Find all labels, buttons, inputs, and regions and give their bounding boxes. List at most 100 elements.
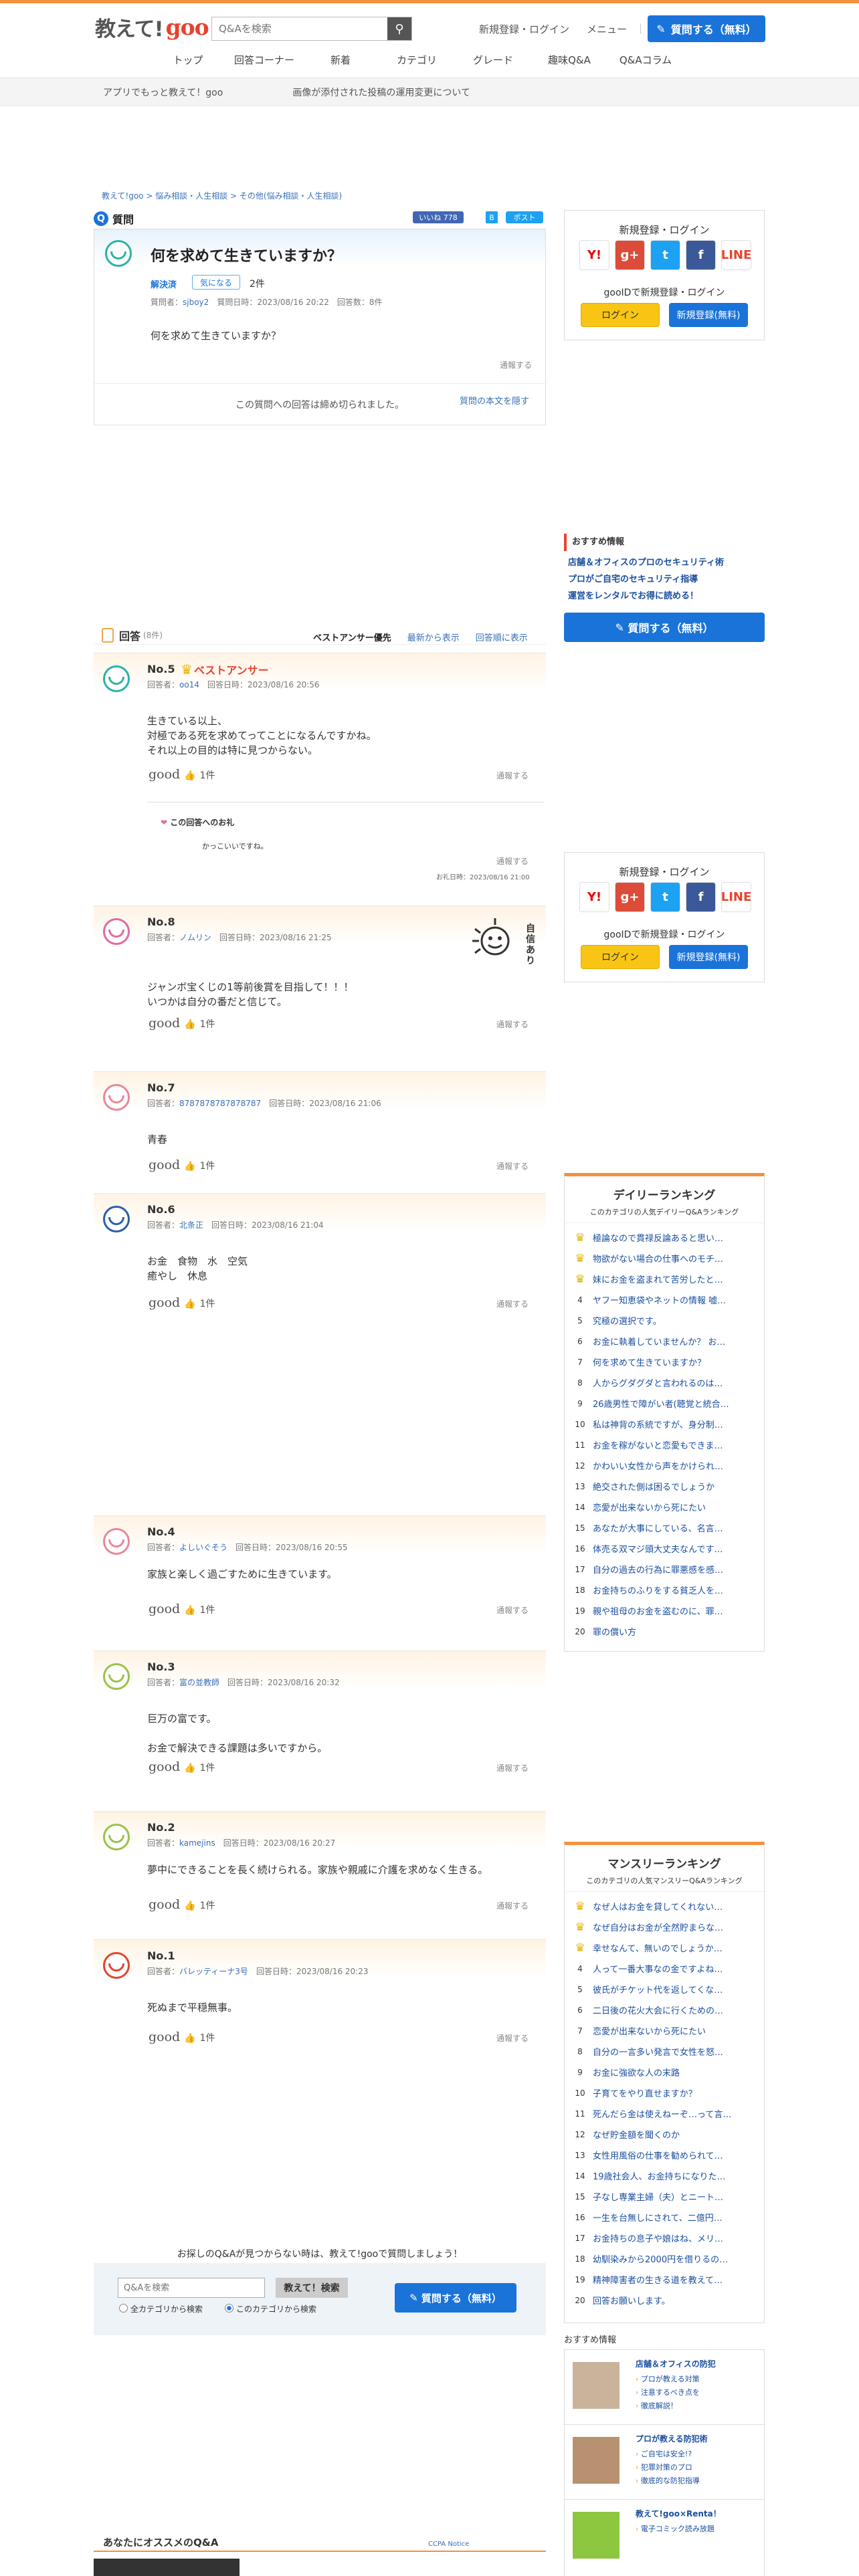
ranking-item[interactable]: ♛ 妹にお金を盗まれて苦労したと…	[571, 1269, 764, 1289]
ranking-item[interactable]: 5 究極の選択です。	[571, 1310, 764, 1331]
sort-newest[interactable]: 最新から表示	[407, 631, 460, 643]
good-button[interactable]: good 👍 1件	[149, 1016, 215, 1031]
answerer-link[interactable]: 8787878787878787	[179, 1099, 261, 1108]
facebook-like-button[interactable]: いいね 778	[413, 211, 464, 223]
twitter-login-icon[interactable]: t	[650, 882, 680, 912]
recommend-card[interactable]: 店舗＆オフィスの防犯 プロが教える対策注意するべき点を徹底解説！	[564, 2350, 765, 2425]
card-item[interactable]: 徹底的な防犯指導	[636, 2474, 700, 2488]
nav-item[interactable]: Q&Aコラム	[607, 53, 684, 67]
nav-item[interactable]: 趣味Q&A	[531, 53, 607, 67]
card-item[interactable]: プロが教える対策	[636, 2373, 700, 2386]
line-login-icon[interactable]: LINE	[721, 240, 751, 270]
app-link[interactable]: アプリでもっと教えて！goo	[103, 86, 223, 99]
questioner-link[interactable]: sjboy2	[183, 298, 209, 307]
login-button[interactable]: ログイン	[581, 945, 660, 969]
ranking-item[interactable]: 15 子なし専業主婦（夫）とニート…	[571, 2186, 764, 2207]
answerer-link[interactable]: 富の並教師	[179, 1678, 219, 1687]
ranking-item[interactable]: 18 お金持ちのふりをする貧乏人を…	[571, 1580, 764, 1600]
bottom-search-input[interactable]	[118, 2278, 265, 2298]
report-link[interactable]: 通報する	[496, 770, 529, 781]
nav-item[interactable]: 新着	[302, 53, 379, 67]
card-item[interactable]: 犯罪対策のプロ	[636, 2461, 700, 2474]
nav-item[interactable]: カテゴリ	[379, 53, 455, 67]
ccpa-link[interactable]: CCPA Notice	[428, 2541, 469, 2548]
recommended-thumbnail[interactable]	[94, 2559, 240, 2576]
ranking-item[interactable]: 12 なぜ貯金額を聞くのか	[571, 2124, 764, 2145]
radio-all-categories[interactable]: 全カテゴリから検索	[119, 2303, 203, 2315]
report-link[interactable]: 通報する	[496, 2032, 529, 2044]
login-button[interactable]: ログイン	[581, 303, 660, 327]
recommend-item[interactable]: 店舗＆オフィスのプロのセキュリティ術	[564, 555, 765, 568]
answerer-link[interactable]: ノムリン	[179, 933, 211, 942]
notice-link[interactable]: 画像が添付された投稿の運用変更について	[292, 86, 470, 99]
report-link[interactable]: 通報する	[496, 1900, 529, 1911]
twitter-post-button[interactable]: ポスト	[506, 211, 543, 223]
register-button[interactable]: 新規登録(無料)	[669, 303, 748, 327]
radio-this-category[interactable]: このカテゴリから検索	[225, 2303, 316, 2315]
ranking-item[interactable]: 18 幼馴染みから2000円を借りるの…	[571, 2248, 764, 2269]
breadcrumb[interactable]: 教えて!goo > 悩み相談・人生相談 > その他(悩み相談・人生相談)	[102, 190, 342, 201]
good-button[interactable]: good 👍 1件	[149, 1759, 215, 1774]
report-link[interactable]: 通報する	[496, 1298, 529, 1309]
nav-item[interactable]: グレード	[455, 53, 531, 67]
twitter-login-icon[interactable]: t	[650, 240, 680, 270]
bookmark-icon[interactable]: B	[486, 211, 498, 223]
ranking-item[interactable]: 9 お金に強欲な人の末路	[571, 2062, 764, 2082]
recommend-item[interactable]: 運営をレンタルでお得に読める！	[564, 588, 765, 601]
ranking-item[interactable]: 20 罪の償い方	[571, 1621, 764, 1642]
ranking-item[interactable]: 5 彼氏がチケット代を返してくな…	[571, 1979, 764, 2000]
report-link[interactable]: 通報する	[496, 1604, 529, 1616]
good-button[interactable]: good 👍 1件	[149, 767, 215, 782]
ranking-item[interactable]: 17 自分の過去の行為に罪悪感を感…	[571, 1559, 764, 1580]
ranking-item[interactable]: 10 私は神背の系統ですが、身分制…	[571, 1414, 764, 1434]
ranking-item[interactable]: 10 子育てをやり直せますか？	[571, 2082, 764, 2103]
google-login-icon[interactable]: g+	[615, 240, 645, 270]
watch-button[interactable]: 気になる	[192, 275, 240, 290]
hide-question-link[interactable]: 質問の本文を隠す	[460, 394, 529, 407]
ask-question-button[interactable]: ✎ 質問する（無料）	[648, 15, 765, 42]
search-icon[interactable]: ⚲	[387, 17, 411, 40]
ranking-item[interactable]: 15 あなたが大事にしている、名言…	[571, 1517, 764, 1538]
ranking-item[interactable]: 6 二日後の花火大会に行くための…	[571, 2000, 764, 2020]
ranking-item[interactable]: 12 かわいい女性から声をかけられ…	[571, 1455, 764, 1476]
sort-order[interactable]: 回答順に表示	[476, 631, 528, 643]
ranking-item[interactable]: 8 人からグダグダと言われるのは…	[571, 1372, 764, 1393]
ranking-item[interactable]: 16 一生を台無しにされて、二億円…	[571, 2207, 764, 2228]
answerer-link[interactable]: oo14	[179, 680, 199, 689]
ranking-item[interactable]: ♛ なぜ自分はお金が全然貯まらな…	[571, 1917, 764, 1937]
ranking-item[interactable]: ♛ なぜ人はお金を貸してくれない…	[571, 1896, 764, 1917]
report-link[interactable]: 通報する	[496, 1762, 529, 1774]
facebook-login-icon[interactable]: f	[686, 882, 716, 912]
card-item[interactable]: 注意するべき点を	[636, 2386, 700, 2399]
nav-item[interactable]: 回答コーナー	[226, 53, 302, 67]
answerer-link[interactable]: kamejins	[179, 1838, 215, 1848]
good-button[interactable]: good 👍 1件	[149, 1897, 215, 1912]
goo-logo[interactable]: 教えて! goo	[95, 11, 209, 42]
ranking-item[interactable]: 4 ヤフー知恵袋やネットの情報 嘘…	[571, 1289, 764, 1310]
ranking-item[interactable]: 11 お金を稼がないと恋愛もできま…	[571, 1434, 764, 1455]
sort-best[interactable]: ベストアンサー優先	[313, 631, 391, 643]
yahoo-login-icon[interactable]: Y!	[579, 240, 609, 270]
recommend-card[interactable]: プロが教える防犯術 ご自宅は安全!?犯罪対策のプロ徹底的な防犯指導	[564, 2425, 765, 2500]
ranking-item[interactable]: ♛ 幸せなんて、無いのでしょうか…	[571, 1937, 764, 1958]
login-link[interactable]: 新規登録・ログイン	[479, 22, 569, 36]
menu-link[interactable]: メニュー	[587, 22, 627, 36]
ranking-item[interactable]: 4 人って一番大事なの金ですよね…	[571, 1958, 764, 1979]
good-button[interactable]: good 👍 1件	[149, 1158, 215, 1172]
good-button[interactable]: good 👍 1件	[149, 1602, 215, 1616]
answerer-link[interactable]: 北条正	[179, 1220, 203, 1230]
report-link[interactable]: 通報する	[496, 1160, 529, 1172]
ranking-item[interactable]: 16 体売る双マジ頭大丈夫なんです…	[571, 1538, 764, 1559]
ranking-item[interactable]: 8 自分の一言多い発言で女性を怒…	[571, 2041, 764, 2062]
report-link[interactable]: 通報する	[500, 359, 532, 370]
card-item[interactable]: 徹底解説！	[636, 2399, 700, 2413]
ranking-item[interactable]: 9 26歳男性で障がい者(聴覚と統合…	[571, 1393, 764, 1414]
ranking-item[interactable]: 11 死んだら金は使えねーぞ…って言…	[571, 2103, 764, 2124]
ranking-item[interactable]: 19 精神障害者の生きる道を教えて…	[571, 2269, 764, 2290]
search-input[interactable]	[212, 17, 387, 40]
ask-question-button-side[interactable]: ✎ 質問する（無料）	[564, 613, 765, 642]
report-link[interactable]: 通報する	[496, 1018, 529, 1030]
ranking-item[interactable]: 20 回答お願いします。	[571, 2290, 764, 2311]
good-button[interactable]: good 👍 1件	[149, 2030, 215, 2044]
recommend-card[interactable]: 教えて!goo×Renta！ 電子コミック読み放題	[564, 2500, 765, 2576]
